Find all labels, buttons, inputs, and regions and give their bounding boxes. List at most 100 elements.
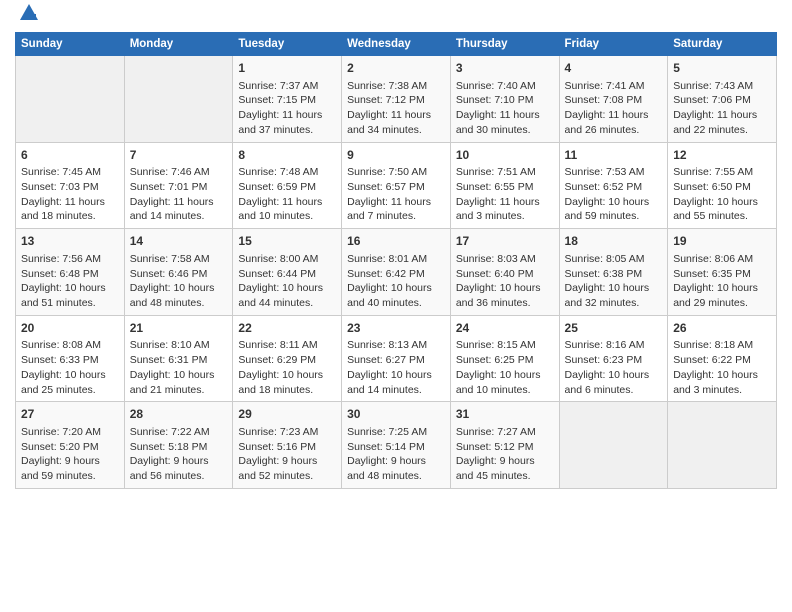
daylight: Daylight: 9 hours and 56 minutes.	[130, 455, 209, 482]
daylight: Daylight: 11 hours and 37 minutes.	[238, 109, 322, 136]
week-row-3: 13 Sunrise: 7:56 AM Sunset: 6:48 PM Dayligh…	[16, 229, 777, 316]
sunrise: Sunrise: 7:58 AM	[130, 253, 210, 265]
sunset: Sunset: 6:46 PM	[130, 268, 208, 280]
sunrise: Sunrise: 7:22 AM	[130, 426, 210, 438]
sunrise: Sunrise: 7:20 AM	[21, 426, 101, 438]
daylight: Daylight: 10 hours and 10 minutes.	[456, 369, 541, 396]
calendar-cell: 3Sunrise: 7:40 AMSunset: 7:10 PMDaylight…	[450, 56, 559, 143]
calendar-table: SundayMondayTuesdayWednesdayThursdayFrid…	[15, 32, 777, 489]
sunset: Sunset: 5:14 PM	[347, 441, 425, 453]
sunrise: Sunrise: 7:41 AM	[565, 80, 645, 92]
daylight: Daylight: 10 hours and 59 minutes.	[565, 196, 650, 223]
sunset: Sunset: 6:23 PM	[565, 354, 643, 366]
sunrise: Sunrise: 7:37 AM	[238, 80, 318, 92]
calendar-cell: 22Sunrise: 8:11 AMSunset: 6:29 PMDayligh…	[233, 315, 342, 402]
calendar-cell: 25Sunrise: 8:16 AMSunset: 6:23 PMDayligh…	[559, 315, 668, 402]
daylight: Daylight: 10 hours and 51 minutes.	[21, 282, 106, 309]
sunrise: Sunrise: 7:45 AM	[21, 166, 101, 178]
sunset: Sunset: 6:55 PM	[456, 181, 534, 193]
daylight: Daylight: 10 hours and 40 minutes.	[347, 282, 432, 309]
daylight: Daylight: 10 hours and 6 minutes.	[565, 369, 650, 396]
col-header-friday: Friday	[559, 33, 668, 56]
daylight: Daylight: 11 hours and 18 minutes.	[21, 196, 105, 223]
col-header-tuesday: Tuesday	[233, 33, 342, 56]
day-number: 6	[21, 147, 119, 164]
page: SundayMondayTuesdayWednesdayThursdayFrid…	[0, 0, 792, 499]
daylight: Daylight: 11 hours and 7 minutes.	[347, 196, 431, 223]
day-number: 29	[238, 406, 336, 423]
day-number: 5	[673, 60, 771, 77]
sunrise: Sunrise: 8:05 AM	[565, 253, 645, 265]
calendar-cell: 13 Sunrise: 7:56 AM Sunset: 6:48 PM Dayligh…	[16, 229, 125, 316]
daylight: Daylight: 10 hours and 55 minutes.	[673, 196, 758, 223]
calendar-cell: 31Sunrise: 7:27 AMSunset: 5:12 PMDayligh…	[450, 402, 559, 489]
sunset: Sunset: 5:12 PM	[456, 441, 534, 453]
calendar-cell: 21 Sunrise: 8:10 AM Sunset: 6:31 PM Dayligh…	[124, 315, 233, 402]
sunset: Sunset: 7:10 PM	[456, 94, 534, 106]
day-number: 13	[21, 233, 119, 250]
sunset: Sunset: 6:40 PM	[456, 268, 534, 280]
sunset: Sunset: 5:18 PM	[130, 441, 208, 453]
sunset: Sunset: 5:20 PM	[21, 441, 99, 453]
sunset: Sunset: 6:52 PM	[565, 181, 643, 193]
col-header-monday: Monday	[124, 33, 233, 56]
day-number: 2	[347, 60, 445, 77]
sunset: Sunset: 6:48 PM	[21, 268, 99, 280]
day-number: 28	[130, 406, 228, 423]
calendar-cell: 1Sunrise: 7:37 AMSunset: 7:15 PMDaylight…	[233, 56, 342, 143]
daylight: Daylight: 10 hours and 32 minutes.	[565, 282, 650, 309]
daylight: Daylight: 9 hours and 45 minutes.	[456, 455, 535, 482]
sunset: Sunset: 6:25 PM	[456, 354, 534, 366]
sunrise: Sunrise: 8:10 AM	[130, 339, 210, 351]
day-number: 1	[238, 60, 336, 77]
week-row-2: 6 Sunrise: 7:45 AM Sunset: 7:03 PM Daylight…	[16, 142, 777, 229]
daylight: Daylight: 10 hours and 21 minutes.	[130, 369, 215, 396]
header-row: SundayMondayTuesdayWednesdayThursdayFrid…	[16, 33, 777, 56]
sunrise: Sunrise: 8:13 AM	[347, 339, 427, 351]
calendar-cell: 24Sunrise: 8:15 AMSunset: 6:25 PMDayligh…	[450, 315, 559, 402]
daylight: Daylight: 11 hours and 3 minutes.	[456, 196, 540, 223]
daylight: Daylight: 11 hours and 30 minutes.	[456, 109, 540, 136]
daylight: Daylight: 10 hours and 48 minutes.	[130, 282, 215, 309]
day-number: 16	[347, 233, 445, 250]
sunset: Sunset: 6:31 PM	[130, 354, 208, 366]
sunset: Sunset: 6:29 PM	[238, 354, 316, 366]
sunset: Sunset: 5:16 PM	[238, 441, 316, 453]
sunrise: Sunrise: 7:55 AM	[673, 166, 753, 178]
calendar-cell	[124, 56, 233, 143]
day-number: 30	[347, 406, 445, 423]
day-number: 24	[456, 320, 554, 337]
sunset: Sunset: 7:12 PM	[347, 94, 425, 106]
day-number: 15	[238, 233, 336, 250]
sunrise: Sunrise: 8:08 AM	[21, 339, 101, 351]
daylight: Daylight: 9 hours and 48 minutes.	[347, 455, 426, 482]
day-number: 20	[21, 320, 119, 337]
sunrise: Sunrise: 7:53 AM	[565, 166, 645, 178]
header	[15, 10, 777, 24]
sunrise: Sunrise: 7:48 AM	[238, 166, 318, 178]
sunrise: Sunrise: 7:51 AM	[456, 166, 536, 178]
sunrise: Sunrise: 7:43 AM	[673, 80, 753, 92]
logo	[15, 10, 40, 24]
sunrise: Sunrise: 7:50 AM	[347, 166, 427, 178]
day-number: 22	[238, 320, 336, 337]
day-number: 27	[21, 406, 119, 423]
day-number: 3	[456, 60, 554, 77]
calendar-cell: 2Sunrise: 7:38 AMSunset: 7:12 PMDaylight…	[342, 56, 451, 143]
calendar-cell	[16, 56, 125, 143]
calendar-cell: 11Sunrise: 7:53 AMSunset: 6:52 PMDayligh…	[559, 142, 668, 229]
sunrise: Sunrise: 7:25 AM	[347, 426, 427, 438]
calendar-cell: 12Sunrise: 7:55 AMSunset: 6:50 PMDayligh…	[668, 142, 777, 229]
sunset: Sunset: 7:06 PM	[673, 94, 751, 106]
daylight: Daylight: 10 hours and 44 minutes.	[238, 282, 323, 309]
sunrise: Sunrise: 7:56 AM	[21, 253, 101, 265]
daylight: Daylight: 11 hours and 26 minutes.	[565, 109, 649, 136]
sunrise: Sunrise: 7:38 AM	[347, 80, 427, 92]
calendar-cell: 30 Sunrise: 7:25 AM Sunset: 5:14 PM Dayligh…	[342, 402, 451, 489]
day-number: 26	[673, 320, 771, 337]
sunset: Sunset: 7:03 PM	[21, 181, 99, 193]
day-number: 31	[456, 406, 554, 423]
sunset: Sunset: 6:42 PM	[347, 268, 425, 280]
day-number: 23	[347, 320, 445, 337]
day-number: 21	[130, 320, 228, 337]
